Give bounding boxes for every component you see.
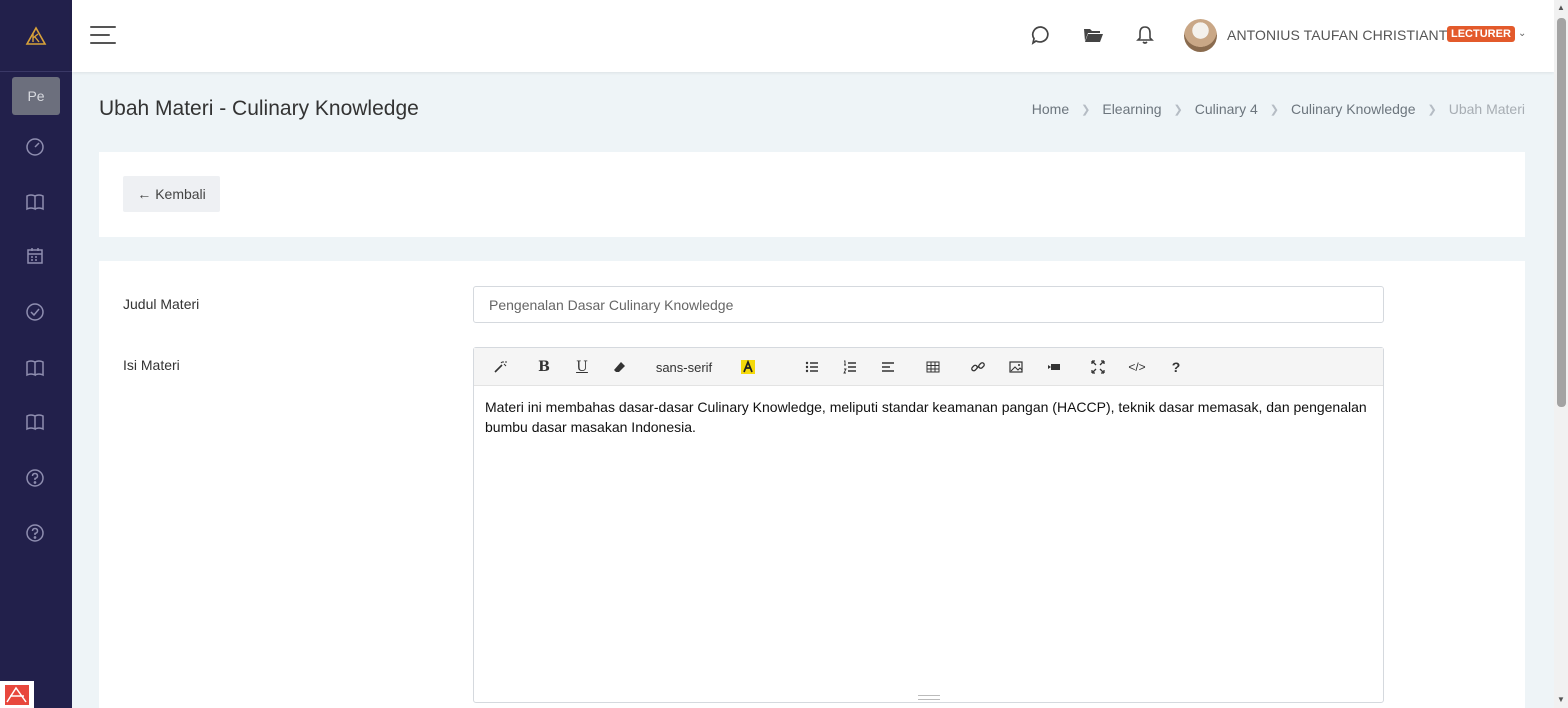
- form-card: Judul Materi Isi Materi B U sans-serif: [99, 261, 1525, 708]
- page-scrollbar[interactable]: ▲ ▼: [1554, 0, 1568, 708]
- calendar-icon[interactable]: [24, 245, 46, 267]
- breadcrumb-home[interactable]: Home: [1032, 101, 1069, 117]
- title-label: Judul Materi: [123, 296, 200, 312]
- breadcrumb-current: Ubah Materi: [1448, 101, 1525, 117]
- page-title: Ubah Materi - Culinary Knowledge: [99, 97, 419, 120]
- numbered-list-icon[interactable]: [840, 356, 860, 378]
- breadcrumb-elearning[interactable]: Elearning: [1102, 101, 1161, 117]
- scrollbar-thumb[interactable]: [1557, 18, 1566, 407]
- help-icon[interactable]: [24, 522, 46, 544]
- role-badge: LECTURER: [1447, 26, 1515, 42]
- brand-logo[interactable]: [0, 0, 72, 72]
- chevron-right-icon: ❯: [1081, 103, 1091, 116]
- title-input[interactable]: [473, 286, 1384, 323]
- chevron-right-icon: ❯: [1427, 103, 1437, 116]
- breadcrumb: Home ❯ Elearning ❯ Culinary 4 ❯ Culinary…: [1032, 101, 1525, 117]
- back-button[interactable]: ← Kembali: [123, 176, 220, 212]
- sidebar: Pe: [0, 0, 72, 708]
- chevron-down-icon[interactable]: ⌄: [1518, 28, 1526, 39]
- paragraph-align-icon[interactable]: [878, 356, 898, 378]
- eraser-icon[interactable]: [610, 356, 630, 378]
- image-icon[interactable]: [1006, 356, 1026, 378]
- scroll-down-icon[interactable]: ▼: [1556, 695, 1566, 705]
- font-family-select[interactable]: sans-serif: [652, 356, 716, 378]
- arrow-left-icon: ←: [137, 186, 152, 202]
- breadcrumb-course[interactable]: Culinary 4: [1195, 101, 1258, 117]
- code-view-icon[interactable]: </>: [1126, 356, 1148, 378]
- hamburger-menu-icon[interactable]: [90, 26, 116, 46]
- brand-logo-icon: [25, 25, 47, 45]
- avatar[interactable]: [1184, 19, 1217, 52]
- scroll-up-icon[interactable]: ▲: [1556, 3, 1566, 13]
- table-icon[interactable]: [923, 356, 943, 378]
- content-label: Isi Materi: [123, 357, 180, 373]
- bell-icon[interactable]: [1134, 24, 1156, 46]
- folder-icon[interactable]: [1082, 24, 1104, 46]
- editor-content[interactable]: Materi ini membahas dasar-dasar Culinary…: [474, 386, 1383, 448]
- chevron-right-icon: ❯: [1173, 103, 1183, 116]
- editor-toolbar: B U sans-serif </> ?: [474, 348, 1383, 386]
- breadcrumb-subject[interactable]: Culinary Knowledge: [1291, 101, 1416, 117]
- chevron-right-icon: ❯: [1269, 103, 1279, 116]
- bullet-list-icon[interactable]: [802, 356, 822, 378]
- book-icon[interactable]: [24, 411, 46, 433]
- bold-icon[interactable]: B: [534, 356, 554, 378]
- back-button-label: Kembali: [155, 186, 206, 202]
- book-icon[interactable]: [24, 191, 46, 213]
- link-icon[interactable]: [968, 356, 988, 378]
- help-icon[interactable]: [24, 467, 46, 489]
- chat-icon[interactable]: [1030, 24, 1052, 46]
- top-header: ANTONIUS TAUFAN CHRISTIANTO LECTURER ⌄: [72, 0, 1554, 72]
- magic-wand-icon[interactable]: [490, 356, 510, 378]
- user-name[interactable]: ANTONIUS TAUFAN CHRISTIANTO: [1227, 27, 1458, 43]
- editor-resize-handle[interactable]: [918, 695, 940, 700]
- sidebar-menu-short[interactable]: Pe: [12, 77, 60, 115]
- check-circle-icon[interactable]: [24, 301, 46, 323]
- book-icon[interactable]: [24, 357, 46, 379]
- dashboard-icon[interactable]: [24, 136, 46, 158]
- underline-icon[interactable]: U: [572, 356, 592, 378]
- rich-text-editor: B U sans-serif </> ? Materi ini membahas…: [473, 347, 1384, 703]
- help-icon[interactable]: ?: [1166, 356, 1186, 378]
- fullscreen-icon[interactable]: [1088, 356, 1108, 378]
- highlight-color-icon[interactable]: [738, 356, 758, 378]
- video-icon[interactable]: [1044, 356, 1064, 378]
- browser-extension-icon[interactable]: [0, 681, 34, 708]
- back-card: ← Kembali: [99, 152, 1525, 237]
